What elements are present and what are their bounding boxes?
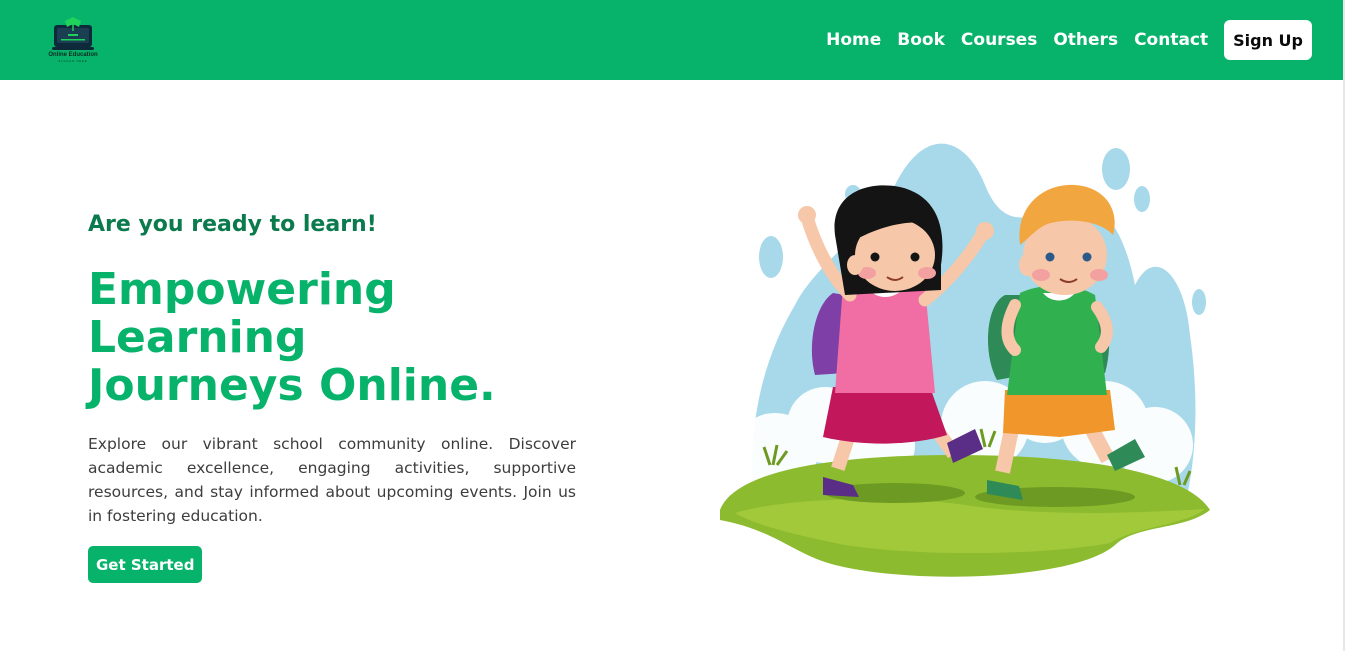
nav-contact[interactable]: Contact: [1134, 30, 1208, 50]
hero-heading: Empowering Learning Journeys Online.: [88, 266, 578, 410]
hero-heading-line2: Journeys Online.: [88, 360, 496, 411]
laptop-book-icon: [52, 17, 94, 50]
hero-subheading: Are you ready to learn!: [88, 212, 377, 237]
site-logo[interactable]: Online Education SLOGAN HERE: [43, 15, 103, 65]
hero-section: Are you ready to learn! Empowering Learn…: [88, 210, 578, 583]
hero-description: Explore our vibrant school community onl…: [88, 435, 576, 525]
nav-courses[interactable]: Courses: [961, 30, 1037, 50]
main-nav: Home Book Courses Others Contact Sign Up: [826, 20, 1312, 60]
hero-heading-line1: Empowering Learning: [88, 264, 396, 363]
nav-others[interactable]: Others: [1053, 30, 1118, 50]
hero-illustration: [715, 125, 1215, 585]
signup-button[interactable]: Sign Up: [1224, 20, 1312, 60]
nav-book[interactable]: Book: [897, 30, 945, 50]
kids-with-backpacks-icon: [715, 143, 1210, 577]
logo-tagline: SLOGAN HERE: [58, 60, 88, 63]
nav-home[interactable]: Home: [826, 30, 881, 50]
logo-name: Online Education: [48, 52, 98, 58]
navbar: Online Education SLOGAN HERE Home Book C…: [0, 0, 1343, 80]
get-started-button[interactable]: Get Started: [88, 546, 203, 583]
